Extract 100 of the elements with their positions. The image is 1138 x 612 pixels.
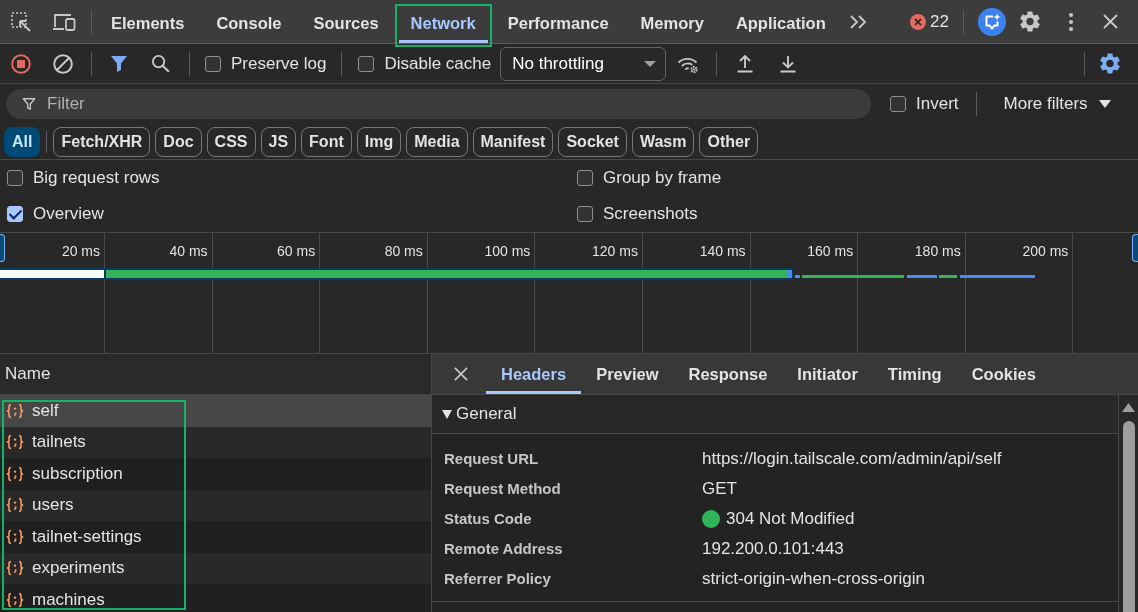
checkbox-label[interactable]: Disable cache	[384, 53, 492, 74]
search-icon[interactable]	[151, 54, 170, 73]
error-icon[interactable]	[910, 13, 927, 30]
tick-label: 160 ms	[807, 243, 854, 259]
filter-icon	[22, 97, 36, 111]
select-element-icon[interactable]	[11, 11, 31, 32]
details-tab[interactable]: Cookies	[956, 354, 1051, 394]
tick-label: 180 ms	[914, 243, 961, 259]
tick-label: 140 ms	[699, 243, 746, 259]
braces-icon	[5, 528, 25, 545]
tick-label: 200 ms	[1022, 243, 1069, 259]
details-tab[interactable]: Preview	[581, 354, 674, 394]
field-value: 304 Not Modified	[726, 509, 855, 529]
more-filters-button[interactable]: More filters	[1003, 94, 1111, 114]
request-row[interactable]: experiments	[0, 552, 431, 584]
tick-label: 80 ms	[384, 243, 423, 259]
details-tab[interactable]: Initiator	[782, 354, 873, 394]
braces-icon	[5, 497, 25, 514]
panel-tab[interactable]: Network	[394, 4, 492, 47]
details-tab[interactable]: Response	[673, 354, 783, 394]
type-filter-chip[interactable]: Doc	[155, 126, 202, 157]
caret-icon	[1098, 100, 1111, 108]
type-filter-chip[interactable]: Wasm	[631, 126, 695, 157]
download-icon[interactable]	[779, 54, 798, 73]
field-value: strict-origin-when-cross-origin	[702, 569, 925, 589]
field-label: Request URL	[444, 449, 540, 469]
tick-label: 100 ms	[484, 243, 531, 259]
settings-icon[interactable]	[1100, 53, 1120, 74]
more-options-icon[interactable]	[1068, 11, 1074, 32]
type-filter-chip[interactable]: Other	[699, 126, 759, 157]
checkbox[interactable]	[7, 206, 23, 222]
request-name: users	[32, 495, 74, 516]
upload-icon[interactable]	[736, 54, 755, 73]
clear-icon[interactable]	[53, 53, 73, 74]
type-filter-chip[interactable]: Font	[301, 126, 352, 157]
double-chevron-icon[interactable]	[848, 13, 867, 30]
request-name: tailnet-settings	[32, 526, 142, 547]
checkbox[interactable]	[577, 206, 593, 222]
error-count[interactable]: 22	[930, 11, 949, 32]
range-handle[interactable]	[1132, 234, 1138, 262]
settings-icon[interactable]	[1020, 11, 1040, 32]
field-value: 192.200.0.101:443	[702, 539, 844, 559]
panel-tab[interactable]: Elements	[95, 4, 201, 47]
field-label: Status Code	[444, 509, 533, 529]
checkbox[interactable]	[7, 170, 23, 186]
checkbox[interactable]	[577, 170, 593, 186]
checkbox[interactable]	[358, 55, 375, 72]
request-name: tailnets	[32, 432, 86, 453]
range-handle[interactable]	[0, 234, 5, 262]
scroll-up-icon[interactable]	[1122, 403, 1135, 412]
field-label: Referrer Policy	[444, 569, 552, 589]
type-filter-chip[interactable]: CSS	[206, 126, 256, 157]
filter-icon[interactable]	[110, 54, 128, 73]
checkbox-label[interactable]: Group by frame	[603, 168, 722, 188]
type-filter-chip[interactable]: Manifest	[472, 126, 554, 157]
chat-sparkle-icon[interactable]	[978, 7, 1006, 36]
type-filter-chip[interactable]: Socket	[558, 126, 627, 157]
checkbox-label[interactable]: Preserve log	[231, 53, 327, 74]
devices-icon[interactable]	[52, 11, 76, 32]
stop-recording-icon[interactable]	[11, 53, 31, 74]
braces-icon	[5, 434, 25, 451]
request-row[interactable]: users	[0, 489, 431, 521]
braces-icon	[5, 465, 25, 482]
close-icon[interactable]	[454, 367, 468, 381]
panel-tab[interactable]: Performance	[491, 4, 625, 47]
field-value: https://login.tailscale.com/admin/api/self	[702, 449, 1002, 469]
request-row[interactable]: self	[0, 395, 431, 427]
panel-tab[interactable]: Console	[200, 4, 298, 47]
panel-tab[interactable]: Application	[719, 4, 842, 47]
type-filter-chip[interactable]: All	[4, 126, 41, 157]
scrollbar-thumb[interactable]	[1122, 421, 1135, 612]
request-name: machines	[32, 589, 105, 610]
panel-tab[interactable]: Sources	[297, 4, 395, 47]
field-value: GET	[702, 479, 737, 499]
checkbox-label[interactable]: Screenshots	[603, 204, 698, 224]
caret-icon	[644, 60, 657, 67]
close-icon[interactable]	[1103, 14, 1118, 29]
checkbox-label[interactable]: Invert	[916, 94, 959, 114]
type-filter-chip[interactable]: JS	[260, 126, 297, 157]
field-label: Remote Address	[444, 539, 564, 559]
request-row[interactable]: tailnets	[0, 426, 431, 458]
field-label: Request Method	[444, 479, 562, 499]
type-filter-chip[interactable]: Fetch/XHR	[53, 126, 151, 157]
braces-icon	[5, 560, 25, 577]
type-filter-chip[interactable]: Media	[406, 126, 468, 157]
type-filter-chip[interactable]: Img	[356, 126, 402, 157]
braces-icon	[5, 591, 25, 608]
details-tab[interactable]: Timing	[872, 354, 957, 394]
checkbox[interactable]	[890, 96, 906, 112]
braces-icon	[5, 402, 25, 419]
column-header[interactable]: Name	[0, 354, 431, 395]
request-name: self	[32, 400, 59, 421]
checkbox-label[interactable]: Big request rows	[33, 168, 160, 188]
throttling-dropdown[interactable]: No throttling	[500, 46, 667, 81]
section-header[interactable]: General	[432, 395, 1118, 434]
tick-label: 40 ms	[169, 243, 208, 259]
tick-label: 120 ms	[592, 243, 638, 259]
checkbox[interactable]	[205, 55, 221, 72]
checkbox-label[interactable]: Overview	[33, 204, 104, 224]
panel-tab[interactable]: Memory	[624, 4, 720, 47]
